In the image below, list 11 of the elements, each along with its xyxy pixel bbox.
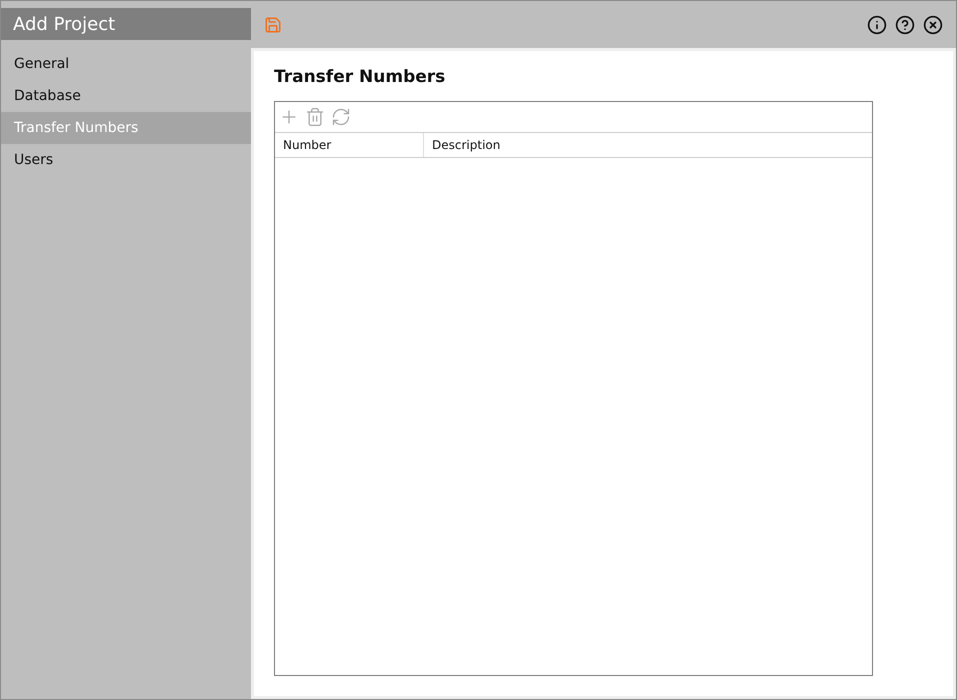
page-heading: Transfer Numbers — [274, 67, 446, 87]
sidebar-item[interactable]: Users — [1, 144, 251, 176]
column-header[interactable]: Number — [275, 133, 424, 157]
help-button[interactable] — [895, 14, 915, 34]
column-header[interactable]: Description — [424, 133, 872, 157]
window-title: Add Project — [1, 8, 251, 40]
sidebar-item[interactable]: Database — [1, 80, 251, 112]
info-button[interactable] — [867, 14, 887, 34]
sidebar-item[interactable]: General — [1, 48, 251, 80]
save-button[interactable] — [264, 16, 282, 34]
close-button[interactable] — [923, 14, 943, 34]
